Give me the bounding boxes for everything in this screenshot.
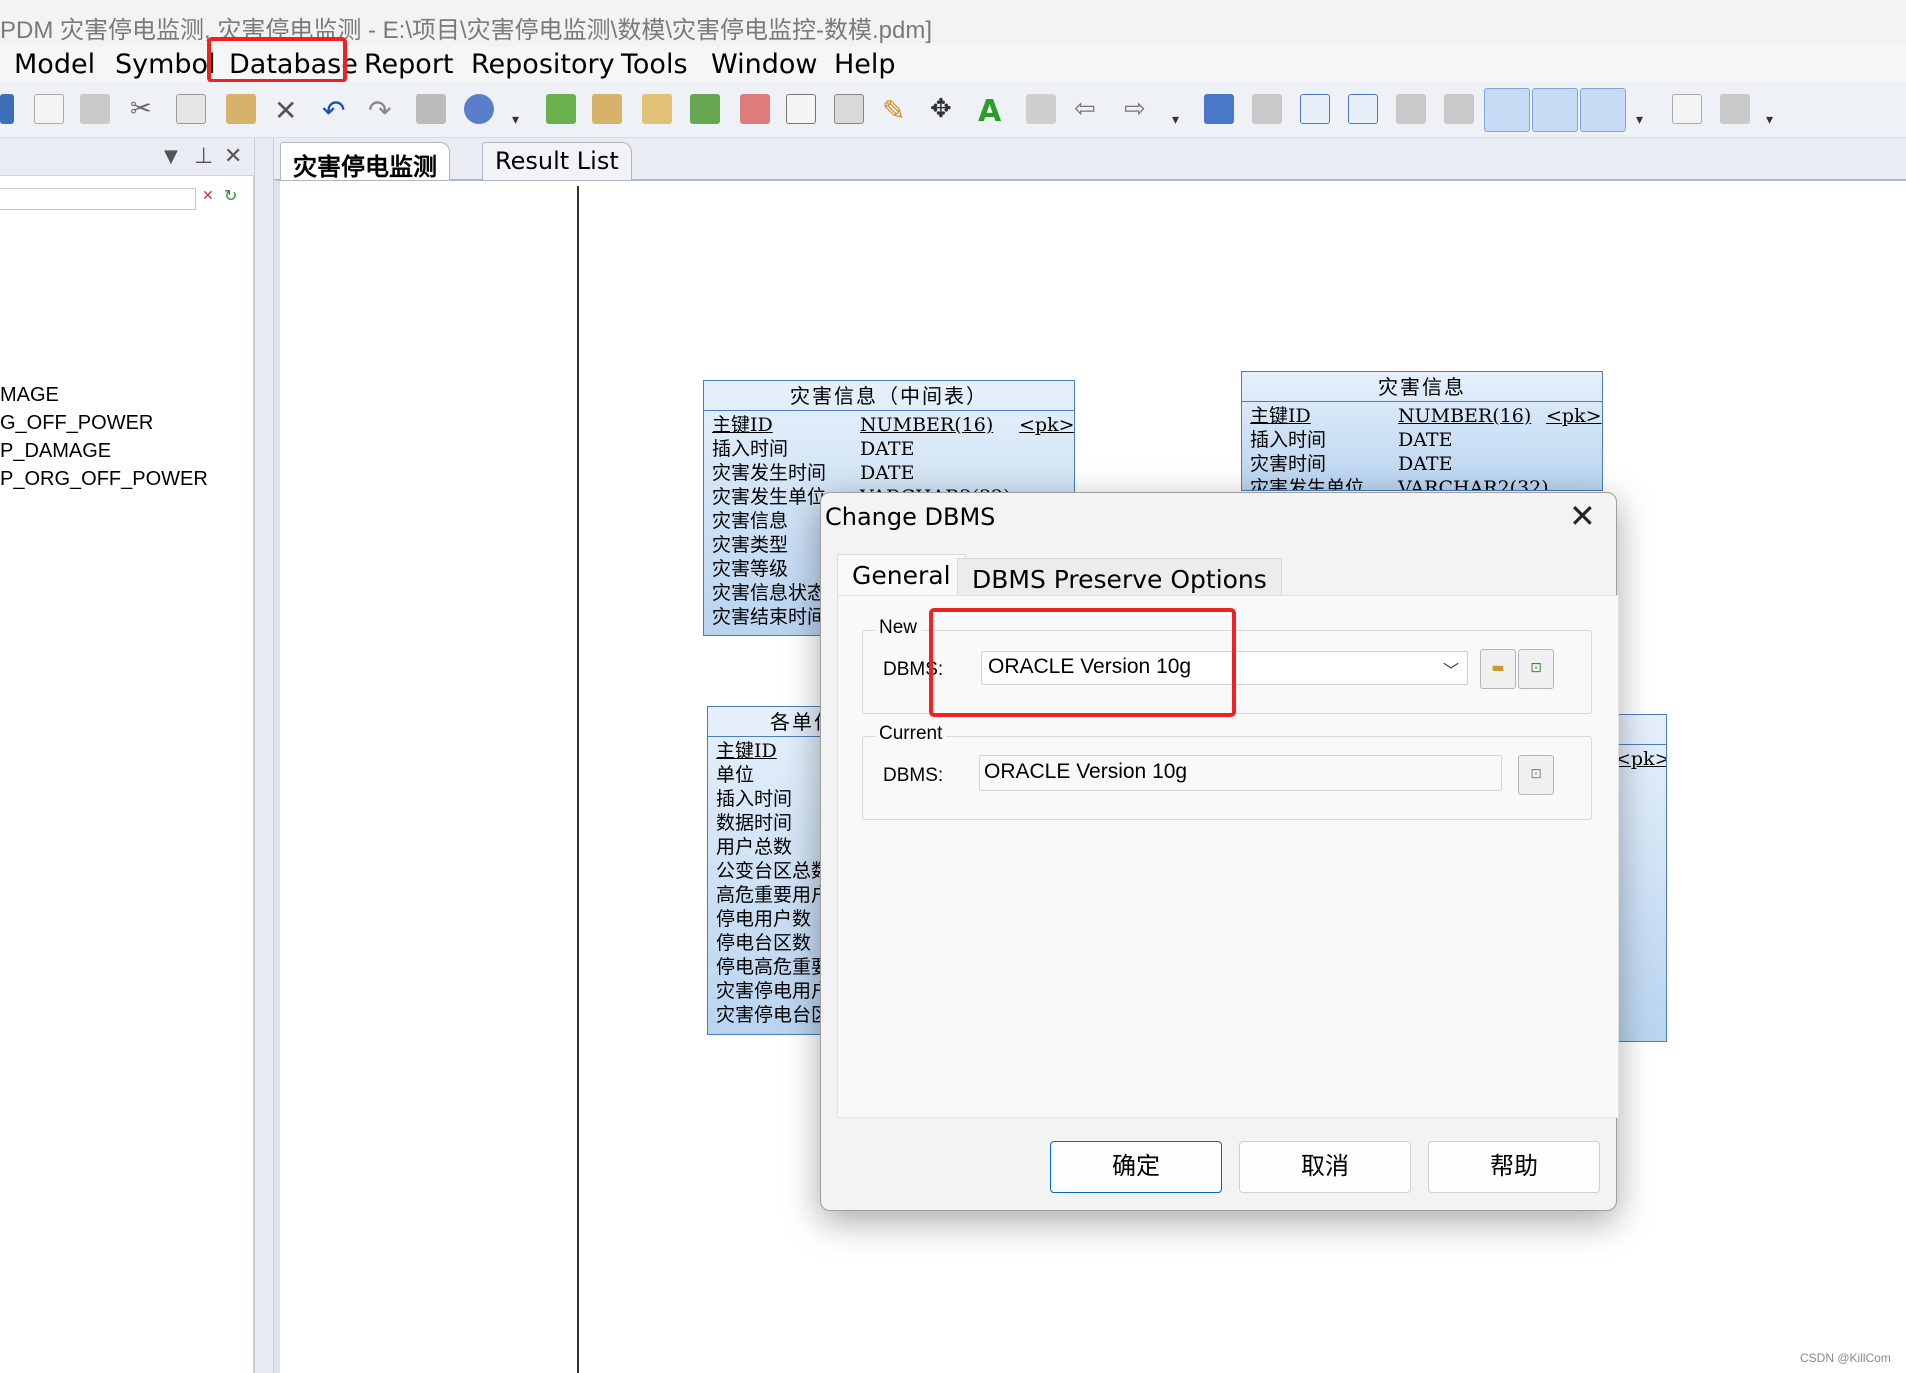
copy-icon[interactable] <box>176 94 206 124</box>
new-dbms-highlight <box>929 608 1236 717</box>
font-icon[interactable]: A <box>978 94 1008 129</box>
menu-repository[interactable]: Repository <box>471 49 615 80</box>
toolbar-overflow-icon-2[interactable]: ▾ <box>1172 112 1179 128</box>
undo-icon[interactable]: ↶ <box>322 94 352 127</box>
menu-help[interactable]: Help <box>834 49 896 80</box>
entity-row: 灾害发生单位VARCHAR2(32) <box>1250 477 1549 491</box>
shadow-icon[interactable] <box>786 94 816 124</box>
menu-window[interactable]: Window <box>711 49 817 80</box>
zoom-in-icon[interactable] <box>1348 94 1378 124</box>
entity-row: 主键ID NUMBER(16) <pk> <box>712 414 1075 436</box>
tab-general[interactable]: General <box>837 554 966 596</box>
entity-row: 主键ID NUMBER(16) <pk> <box>1250 405 1602 427</box>
current-dbms-field: ORACLE Version 10g <box>979 755 1502 791</box>
zoom-page-icon[interactable] <box>1300 94 1330 124</box>
check-model-icon[interactable] <box>464 94 494 124</box>
entity-title <box>1611 715 1666 745</box>
save-icon[interactable] <box>0 94 14 124</box>
redo-icon[interactable]: ↷ <box>368 94 398 127</box>
clear-filter-icon[interactable]: ✕ <box>202 188 214 204</box>
tree-item[interactable]: MAGE <box>0 384 59 407</box>
print-icon-2[interactable] <box>1720 94 1750 124</box>
toolbar-overflow-icon[interactable]: ▾ <box>512 112 519 128</box>
menu-model[interactable]: Model <box>14 49 95 80</box>
entity-row: 灾害时间 DATE <box>1250 453 1453 475</box>
tree-item[interactable]: G_OFF_POWER <box>0 412 153 435</box>
browse-folder-button[interactable]: ▬ <box>1480 649 1516 689</box>
window-title: PDM 灾害停电监测, 灾害停电监测 - E:\项目\灾害停电监测\数模\灾害停… <box>0 17 933 44</box>
watermark: CSDN @KillCom <box>1800 1351 1891 1365</box>
back-icon[interactable]: ⇦ <box>1074 94 1104 124</box>
align-icon[interactable] <box>1026 94 1056 124</box>
current-dbms-group: Current DBMS: ORACLE Version 10g ⊡ <box>862 723 1592 820</box>
zoom-fit-icon[interactable] <box>1204 94 1234 124</box>
tree-item[interactable]: P_DAMAGE <box>0 440 111 463</box>
current-dbms-value: ORACLE Version 10g <box>984 760 1188 783</box>
check-icon[interactable] <box>740 94 770 124</box>
zoom-window-toggle[interactable] <box>1484 88 1530 132</box>
close-panel-icon[interactable]: ✕ <box>224 144 242 169</box>
entity-disaster-info[interactable]: 灾害信息 主键ID NUMBER(16) <pk> 插入时间 DATE 灾害时间 DAT… <box>1241 371 1603 491</box>
refresh-filter-icon[interactable]: ↻ <box>224 186 237 205</box>
chevron-down-icon: ﹀ <box>1442 663 1459 680</box>
database-menu-highlight <box>207 37 347 83</box>
new-group-label: New <box>875 617 922 639</box>
help-button[interactable]: 帮助 <box>1428 1141 1600 1193</box>
browser-header: ▼ ⊥ ✕ <box>0 138 254 176</box>
pin-icon[interactable]: ⊥ <box>194 144 213 169</box>
print-preview-icon[interactable] <box>34 94 64 124</box>
object-browser: ▼ ⊥ ✕ ✕ ↻ MAGE G_OFF_POWER P_DAMAGE P_OR… <box>0 138 254 1373</box>
zoom-out-icon[interactable] <box>1396 94 1426 124</box>
entity-row: 插入时间 DATE <box>1250 429 1453 451</box>
forward-icon[interactable]: ⇨ <box>1124 94 1154 124</box>
comment-view-toggle[interactable] <box>1532 88 1578 132</box>
tab-dbms-preserve-options[interactable]: DBMS Preserve Options <box>957 558 1282 600</box>
cancel-button[interactable]: 取消 <box>1239 1141 1411 1193</box>
toolbar: ✂ ✕ ↶ ↷ ▾ ✎ ✥ A ⇦ ⇨ ▾ ▾ ▾ <box>0 82 1906 138</box>
tab-result-list[interactable]: Result List <box>482 142 632 180</box>
change-dbms-dialog: Change DBMS ✕ General DBMS Preserve Opti… <box>820 492 1619 1211</box>
entity-title: 灾害信息 <box>1242 372 1602 402</box>
open-icon[interactable] <box>592 94 622 124</box>
toolbar-overflow-icon-3[interactable]: ▾ <box>1636 112 1643 128</box>
dialog-tabs: General DBMS Preserve Options <box>837 554 1602 600</box>
toolbar-overflow-icon-4[interactable]: ▾ <box>1766 112 1773 128</box>
page-boundary-line <box>577 186 579 1373</box>
entity-row: 灾害发生时间 DATE <box>712 462 915 484</box>
menu-tools[interactable]: Tools <box>621 49 688 80</box>
tree-item[interactable]: P_ORG_OFF_POWER <box>0 468 208 491</box>
brush-icon[interactable]: ✎ <box>882 94 912 127</box>
menu-report[interactable]: Report <box>364 49 454 80</box>
zoom-area-icon[interactable] <box>1252 94 1282 124</box>
cut-icon[interactable]: ✂ <box>130 94 160 124</box>
import-icon[interactable] <box>642 94 672 124</box>
panel-menu-icon[interactable]: ▼ <box>164 146 178 167</box>
current-group-label: Current <box>875 723 947 745</box>
fill-icon[interactable]: ✥ <box>930 94 960 124</box>
menu-symbol[interactable]: Symbol <box>115 49 216 80</box>
new-package-icon[interactable] <box>546 94 576 124</box>
print-icon[interactable] <box>80 94 110 124</box>
entity-row: <pk> <box>1615 748 1667 770</box>
arrange-icon[interactable] <box>834 94 864 124</box>
entity-title: 灾害信息（中间表） <box>704 381 1074 411</box>
list-view-toggle[interactable] <box>1580 88 1626 132</box>
dbms-properties-button[interactable]: ⊡ <box>1518 649 1554 689</box>
ok-button[interactable]: 确定 <box>1050 1141 1222 1193</box>
zoom-global-icon[interactable] <box>1444 94 1474 124</box>
current-dbms-label: DBMS: <box>883 765 944 786</box>
current-dbms-properties-button[interactable]: ⊡ <box>1518 755 1554 795</box>
entity-row: 插入时间 DATE <box>712 438 915 460</box>
delete-icon[interactable]: ✕ <box>274 94 304 127</box>
close-icon[interactable]: ✕ <box>1569 497 1596 535</box>
properties-icon[interactable] <box>416 94 446 124</box>
refresh-icon[interactable] <box>690 94 720 124</box>
panel-splitter[interactable] <box>254 138 274 1373</box>
dialog-title: Change DBMS <box>825 503 996 531</box>
preview-icon[interactable] <box>1672 94 1702 124</box>
tab-diagram[interactable]: 灾害停电监测 <box>280 142 450 181</box>
document-tabs: 灾害停电监测 Result List <box>274 138 1906 181</box>
browser-search-input[interactable] <box>0 188 196 210</box>
paste-icon[interactable] <box>226 94 256 124</box>
